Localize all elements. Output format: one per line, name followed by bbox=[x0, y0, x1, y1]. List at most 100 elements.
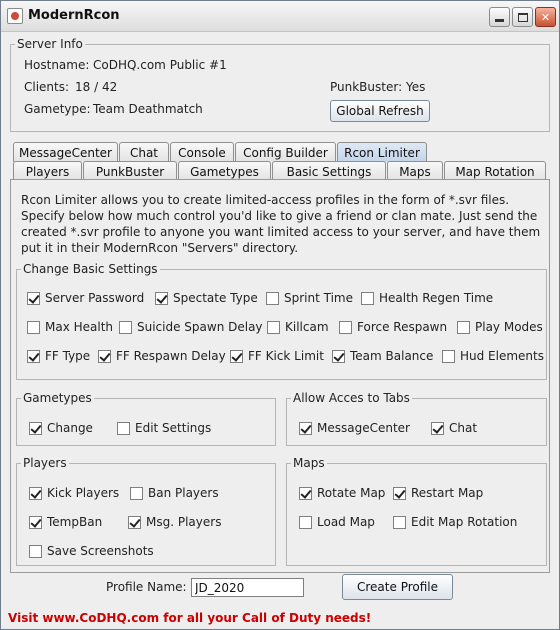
players-legend: Players bbox=[23, 456, 67, 470]
checkbox-box[interactable] bbox=[117, 421, 130, 435]
checkbox-box[interactable] bbox=[393, 515, 406, 529]
checkbox-label: Ban Players bbox=[148, 486, 219, 500]
allow-messagecenter-checkbox[interactable]: MessageCenter bbox=[299, 421, 410, 435]
sprint-time-checkbox[interactable]: Sprint Time bbox=[266, 291, 353, 305]
tab-basic-settings[interactable]: Basic Settings bbox=[272, 161, 386, 181]
spectate-type-checkbox[interactable]: Spectate Type bbox=[155, 291, 258, 305]
checkbox-box[interactable] bbox=[299, 515, 312, 529]
checkbox-box[interactable] bbox=[29, 515, 42, 529]
checkbox-box[interactable] bbox=[130, 486, 143, 500]
tab-map-rotation[interactable]: Map Rotation bbox=[444, 161, 546, 181]
rcon-limiter-panel: Rcon Limiter allows you to create limite… bbox=[10, 179, 550, 573]
msg-players-checkbox[interactable]: Msg. Players bbox=[128, 515, 221, 529]
create-profile-button[interactable]: Create Profile bbox=[342, 574, 453, 600]
maximize-button[interactable] bbox=[512, 7, 533, 27]
checkbox-box[interactable] bbox=[128, 515, 141, 529]
checkbox-box[interactable] bbox=[119, 320, 132, 334]
checkbox-box[interactable] bbox=[431, 421, 444, 435]
checkbox-box[interactable] bbox=[29, 544, 42, 558]
tab-chat[interactable]: Chat bbox=[119, 142, 169, 162]
checkbox-box[interactable] bbox=[339, 320, 352, 334]
profile-name-input[interactable] bbox=[191, 578, 304, 597]
killcam-checkbox[interactable]: Killcam bbox=[267, 320, 329, 334]
force-respawn-checkbox[interactable]: Force Respawn bbox=[339, 320, 447, 334]
checkbox-label: FF Type bbox=[45, 349, 91, 363]
edit-map-rotation-checkbox[interactable]: Edit Map Rotation bbox=[393, 515, 517, 529]
tab-punkbuster[interactable]: PunkBuster bbox=[83, 161, 177, 181]
maximize-icon bbox=[517, 12, 528, 22]
checkbox-label: FF Kick Limit bbox=[248, 349, 324, 363]
team-balance-checkbox[interactable]: Team Balance bbox=[332, 349, 433, 363]
gametype-edit-settings-checkbox[interactable]: Edit Settings bbox=[117, 421, 211, 435]
checkbox-label: Load Map bbox=[317, 515, 375, 529]
rotate-map-checkbox[interactable]: Rotate Map bbox=[299, 486, 385, 500]
checkbox-box[interactable] bbox=[29, 421, 42, 435]
gametypes-legend: Gametypes bbox=[23, 391, 92, 405]
health-regen-time-checkbox[interactable]: Health Regen Time bbox=[361, 291, 493, 305]
checkbox-box[interactable] bbox=[98, 349, 111, 363]
checkbox-label: Edit Settings bbox=[135, 421, 212, 435]
checkbox-label: Chat bbox=[449, 421, 478, 435]
suicide-spawn-delay-checkbox[interactable]: Suicide Spawn Delay bbox=[119, 320, 263, 334]
tab-gametypes[interactable]: Gametypes bbox=[178, 161, 271, 181]
checkbox-label: Suicide Spawn Delay bbox=[137, 320, 263, 334]
checkbox-label: Edit Map Rotation bbox=[411, 515, 518, 529]
checkbox-box[interactable] bbox=[27, 291, 40, 305]
save-screenshots-checkbox[interactable]: Save Screenshots bbox=[29, 544, 154, 558]
restart-map-checkbox[interactable]: Restart Map bbox=[393, 486, 483, 500]
ban-players-checkbox[interactable]: Ban Players bbox=[130, 486, 219, 500]
checkbox-box[interactable] bbox=[299, 421, 312, 435]
server-info-legend: Server Info bbox=[17, 37, 83, 51]
checkbox-label: Max Health bbox=[45, 320, 114, 334]
clients-value: 18 / 42 bbox=[75, 80, 118, 94]
gametype-change-checkbox[interactable]: Change bbox=[29, 421, 93, 435]
checkbox-box[interactable] bbox=[27, 349, 40, 363]
tab-config-builder[interactable]: Config Builder bbox=[235, 142, 336, 162]
checkbox-label: Sprint Time bbox=[284, 291, 353, 305]
tab-console[interactable]: Console bbox=[170, 142, 234, 162]
checkbox-label: Rotate Map bbox=[317, 486, 386, 500]
play-modes-checkbox[interactable]: Play Modes bbox=[457, 320, 543, 334]
allow-tabs-legend: Allow Acces to Tabs bbox=[293, 391, 410, 405]
checkbox-label: Msg. Players bbox=[146, 515, 222, 529]
checkbox-box[interactable] bbox=[267, 320, 280, 334]
basic-settings-legend: Change Basic Settings bbox=[23, 262, 158, 276]
checkbox-box[interactable] bbox=[457, 320, 470, 334]
ff-kick-limit-checkbox[interactable]: FF Kick Limit bbox=[230, 349, 324, 363]
window-title: ModernRcon bbox=[28, 8, 120, 23]
gametypes-group: Gametypes bbox=[16, 391, 276, 446]
kick-players-checkbox[interactable]: Kick Players bbox=[29, 486, 119, 500]
checkbox-label: Restart Map bbox=[411, 486, 484, 500]
tab-players[interactable]: Players bbox=[13, 161, 82, 181]
checkbox-box[interactable] bbox=[266, 291, 279, 305]
checkbox-box[interactable] bbox=[442, 349, 455, 363]
global-refresh-button[interactable]: Global Refresh bbox=[330, 100, 430, 122]
checkbox-label: Health Regen Time bbox=[379, 291, 494, 305]
tab-rcon-limiter[interactable]: Rcon Limiter bbox=[337, 142, 427, 162]
minimize-button[interactable] bbox=[489, 7, 510, 27]
checkbox-label: Kick Players bbox=[47, 486, 120, 500]
server-password-checkbox[interactable]: Server Password bbox=[27, 291, 144, 305]
allow-chat-checkbox[interactable]: Chat bbox=[431, 421, 477, 435]
checkbox-box[interactable] bbox=[230, 349, 243, 363]
checkbox-label: Server Password bbox=[45, 291, 145, 305]
checkbox-box[interactable] bbox=[393, 486, 406, 500]
checkbox-box[interactable] bbox=[155, 291, 168, 305]
footer-promo-text: Visit www.CoDHQ.com for all your Call of… bbox=[8, 611, 372, 625]
allow-tabs-group: Allow Acces to Tabs bbox=[286, 391, 547, 446]
ff-respawn-delay-checkbox[interactable]: FF Respawn Delay bbox=[98, 349, 226, 363]
ff-type-checkbox[interactable]: FF Type bbox=[27, 349, 90, 363]
tempban-checkbox[interactable]: TempBan bbox=[29, 515, 102, 529]
close-button[interactable]: ✕ bbox=[535, 7, 556, 27]
checkbox-box[interactable] bbox=[29, 486, 42, 500]
load-map-checkbox[interactable]: Load Map bbox=[299, 515, 375, 529]
checkbox-box[interactable] bbox=[332, 349, 345, 363]
checkbox-box[interactable] bbox=[299, 486, 312, 500]
tab-maps[interactable]: Maps bbox=[387, 161, 443, 181]
hud-elements-checkbox[interactable]: Hud Elements bbox=[442, 349, 544, 363]
checkbox-box[interactable] bbox=[361, 291, 374, 305]
tab-messagecenter[interactable]: MessageCenter bbox=[13, 142, 118, 162]
checkbox-box[interactable] bbox=[27, 320, 40, 334]
max-health-checkbox[interactable]: Max Health bbox=[27, 320, 113, 334]
punkbuster-label: PunkBuster: bbox=[330, 80, 403, 94]
